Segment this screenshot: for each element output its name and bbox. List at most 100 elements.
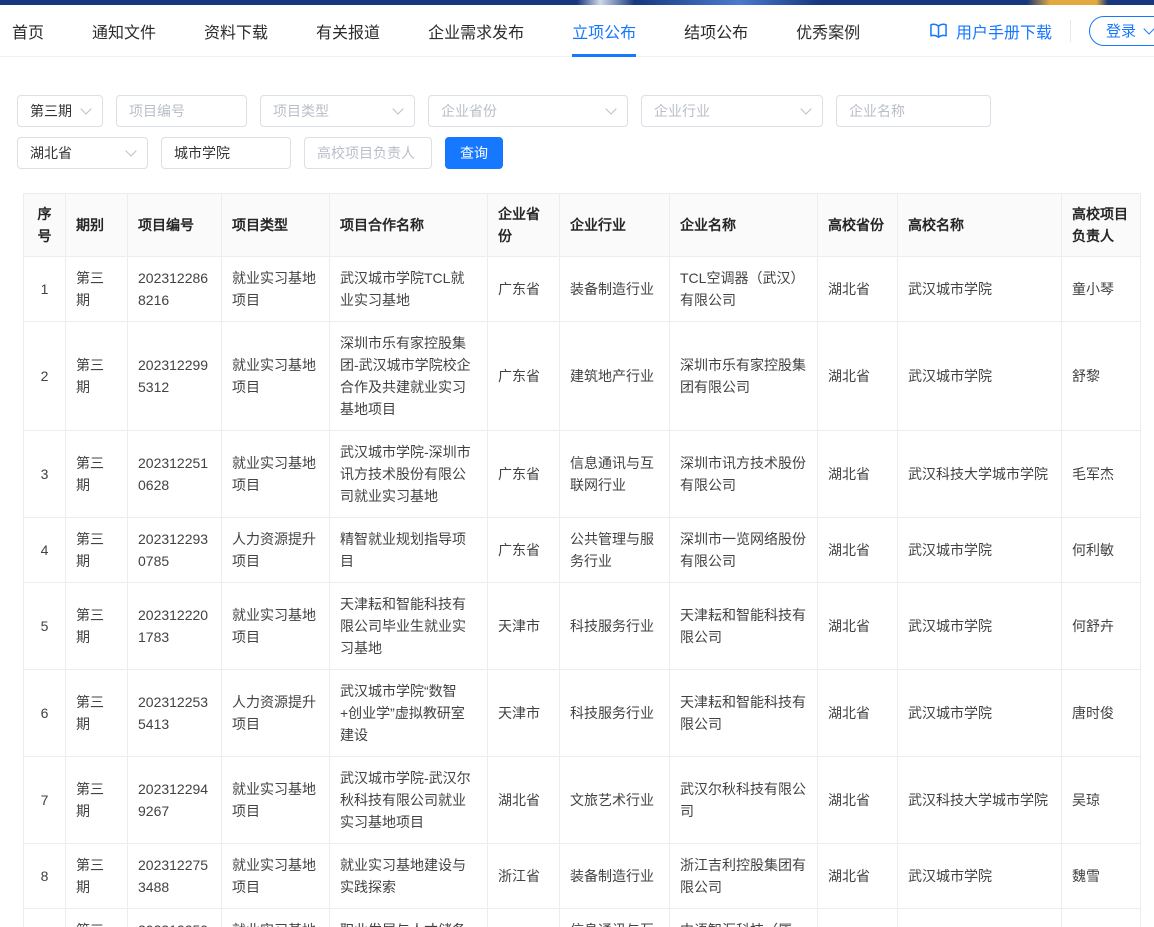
cell-company-industry: 信息通讯与互联网行业 — [560, 909, 670, 927]
cell-project-type: 人力资源提升项目 — [222, 670, 330, 757]
cell-index: 5 — [24, 583, 66, 670]
cell-project-name: 深圳市乐有家控股集团-武汉城市学院校企合作及共建就业实习基地项目 — [330, 322, 488, 431]
cell-project-no: 2023122868216 — [128, 257, 222, 322]
company-industry-select[interactable]: 企业行业 — [641, 95, 823, 127]
chevron-down-icon — [392, 103, 403, 114]
login-button[interactable]: 登录 — [1089, 16, 1154, 46]
cell-school-province: 湖北省 — [818, 583, 898, 670]
cell-company-name: 深圳市一览网络股份有限公司 — [670, 518, 818, 583]
school-name-input[interactable] — [161, 137, 291, 169]
cell-school-province: 湖北省 — [818, 257, 898, 322]
cell-school-province: 湖北省 — [818, 844, 898, 909]
cell-company-province: 湖北省 — [488, 757, 560, 844]
chevron-down-icon — [80, 103, 91, 114]
period-select[interactable]: 第三期 — [17, 95, 103, 127]
cell-school-name: 武汉科技大学城市学院 — [898, 757, 1062, 844]
nav-item-downloads[interactable]: 资料下载 — [204, 5, 268, 57]
cell-index: 9 — [24, 909, 66, 927]
project-no-input[interactable] — [116, 95, 247, 127]
company-name-input[interactable] — [836, 95, 991, 127]
nav-item-notices[interactable]: 通知文件 — [92, 5, 156, 57]
cell-school-leader: 舒黎 — [1062, 322, 1141, 431]
cell-company-industry: 科技服务行业 — [560, 583, 670, 670]
school-leader-input[interactable] — [304, 137, 432, 169]
nav-item-project-completion[interactable]: 结项公布 — [684, 5, 748, 57]
nav-item-project-approval[interactable]: 立项公布 — [572, 5, 636, 57]
cell-project-name: 武汉城市学院TCL就业实习基地 — [330, 257, 488, 322]
cell-school-province: 湖北省 — [818, 757, 898, 844]
cell-period: 第三期 — [66, 518, 128, 583]
cell-period: 第三期 — [66, 909, 128, 927]
cell-company-province: 浙江省 — [488, 844, 560, 909]
nav-item-excellent-cases[interactable]: 优秀案例 — [796, 5, 860, 57]
cell-school-name: 武汉城市学院 — [898, 909, 1062, 927]
cell-school-leader: 唐时俊 — [1062, 670, 1141, 757]
cell-school-leader: 童小琴 — [1062, 257, 1141, 322]
company-province-select[interactable]: 企业省份 — [428, 95, 628, 127]
cell-project-no: 2023122995312 — [128, 322, 222, 431]
cell-school-leader: 何舒卉 — [1062, 583, 1141, 670]
project-type-select[interactable]: 项目类型 — [260, 95, 415, 127]
chevron-down-icon — [605, 103, 616, 114]
cell-school-leader: 冯新艳 — [1062, 909, 1141, 927]
cell-project-type: 就业实习基地项目 — [222, 322, 330, 431]
cell-index: 6 — [24, 670, 66, 757]
nav-item-reports[interactable]: 有关报道 — [316, 5, 380, 57]
chevron-down-icon — [800, 103, 811, 114]
col-header-company-industry: 企业行业 — [560, 194, 670, 257]
cell-school-province: 湖北省 — [818, 670, 898, 757]
cell-project-type: 就业实习基地项目 — [222, 909, 330, 927]
cell-period: 第三期 — [66, 670, 128, 757]
cell-school-name: 武汉城市学院 — [898, 670, 1062, 757]
nav-menu: 首页 通知文件 资料下载 有关报道 企业需求发布 立项公布 结项公布 优秀案例 — [12, 5, 860, 57]
cell-project-type: 就业实习基地项目 — [222, 431, 330, 518]
col-header-period: 期别 — [66, 194, 128, 257]
cell-company-industry: 建筑地产行业 — [560, 322, 670, 431]
project-type-select-placeholder: 项目类型 — [273, 101, 329, 121]
cell-project-no: 2023122949267 — [128, 757, 222, 844]
table-row: 9第三期2023122501748就业实习基地项目职业发展与人才储备项目福建省信… — [24, 909, 1141, 927]
cell-company-province: 广东省 — [488, 322, 560, 431]
cell-index: 8 — [24, 844, 66, 909]
cell-project-type: 就业实习基地项目 — [222, 757, 330, 844]
school-province-select[interactable]: 湖北省 — [17, 137, 148, 169]
col-header-project-no: 项目编号 — [128, 194, 222, 257]
cell-project-no: 2023122501748 — [128, 909, 222, 927]
manual-download-link[interactable]: 用户手册下载 — [929, 19, 1052, 43]
col-header-school-name: 高校名称 — [898, 194, 1062, 257]
nav-item-home[interactable]: 首页 — [12, 5, 44, 57]
cell-project-type: 就业实习基地项目 — [222, 583, 330, 670]
cell-school-name: 武汉城市学院 — [898, 583, 1062, 670]
table-row: 6第三期2023122535413人力资源提升项目武汉城市学院“数智+创业学”虚… — [24, 670, 1141, 757]
cell-project-no: 2023122535413 — [128, 670, 222, 757]
cell-period: 第三期 — [66, 844, 128, 909]
login-label: 登录 — [1106, 20, 1136, 41]
filter-row-2: 湖北省 查询 — [17, 137, 1137, 169]
cell-company-name: 武汉尔秋科技有限公司 — [670, 757, 818, 844]
cell-project-name: 武汉城市学院-深圳市讯方技术股份有限公司就业实习基地 — [330, 431, 488, 518]
cell-index: 7 — [24, 757, 66, 844]
navbar-right: 用户手册下载 登录 — [929, 16, 1154, 46]
cell-project-name: 精智就业规划指导项目 — [330, 518, 488, 583]
cell-school-province: 湖北省 — [818, 909, 898, 927]
cell-project-name: 天津耘和智能科技有限公司毕业生就业实习基地 — [330, 583, 488, 670]
nav-item-enterprise-needs[interactable]: 企业需求发布 — [428, 5, 524, 57]
cell-company-industry: 装备制造行业 — [560, 844, 670, 909]
chevron-down-icon — [1143, 23, 1154, 34]
table-row: 7第三期2023122949267就业实习基地项目武汉城市学院-武汉尔秋科技有限… — [24, 757, 1141, 844]
search-button[interactable]: 查询 — [445, 137, 503, 169]
top-navbar: 首页 通知文件 资料下载 有关报道 企业需求发布 立项公布 结项公布 优秀案例 … — [0, 5, 1154, 57]
table-row: 5第三期2023122201783就业实习基地项目天津耘和智能科技有限公司毕业生… — [24, 583, 1141, 670]
cell-index: 1 — [24, 257, 66, 322]
book-icon — [929, 22, 948, 39]
table-body: 1第三期2023122868216就业实习基地项目武汉城市学院TCL就业实习基地… — [24, 257, 1141, 927]
cell-company-name: 深圳市乐有家控股集团有限公司 — [670, 322, 818, 431]
cell-project-no: 2023122930785 — [128, 518, 222, 583]
cell-school-leader: 吴琼 — [1062, 757, 1141, 844]
cell-company-province: 天津市 — [488, 670, 560, 757]
filter-panel: 第三期 项目类型 企业省份 企业行业 湖北省 查询 — [0, 57, 1154, 169]
cell-school-leader: 何利敏 — [1062, 518, 1141, 583]
cell-project-name: 职业发展与人才储备项目 — [330, 909, 488, 927]
cell-school-name: 武汉城市学院 — [898, 257, 1062, 322]
cell-index: 2 — [24, 322, 66, 431]
